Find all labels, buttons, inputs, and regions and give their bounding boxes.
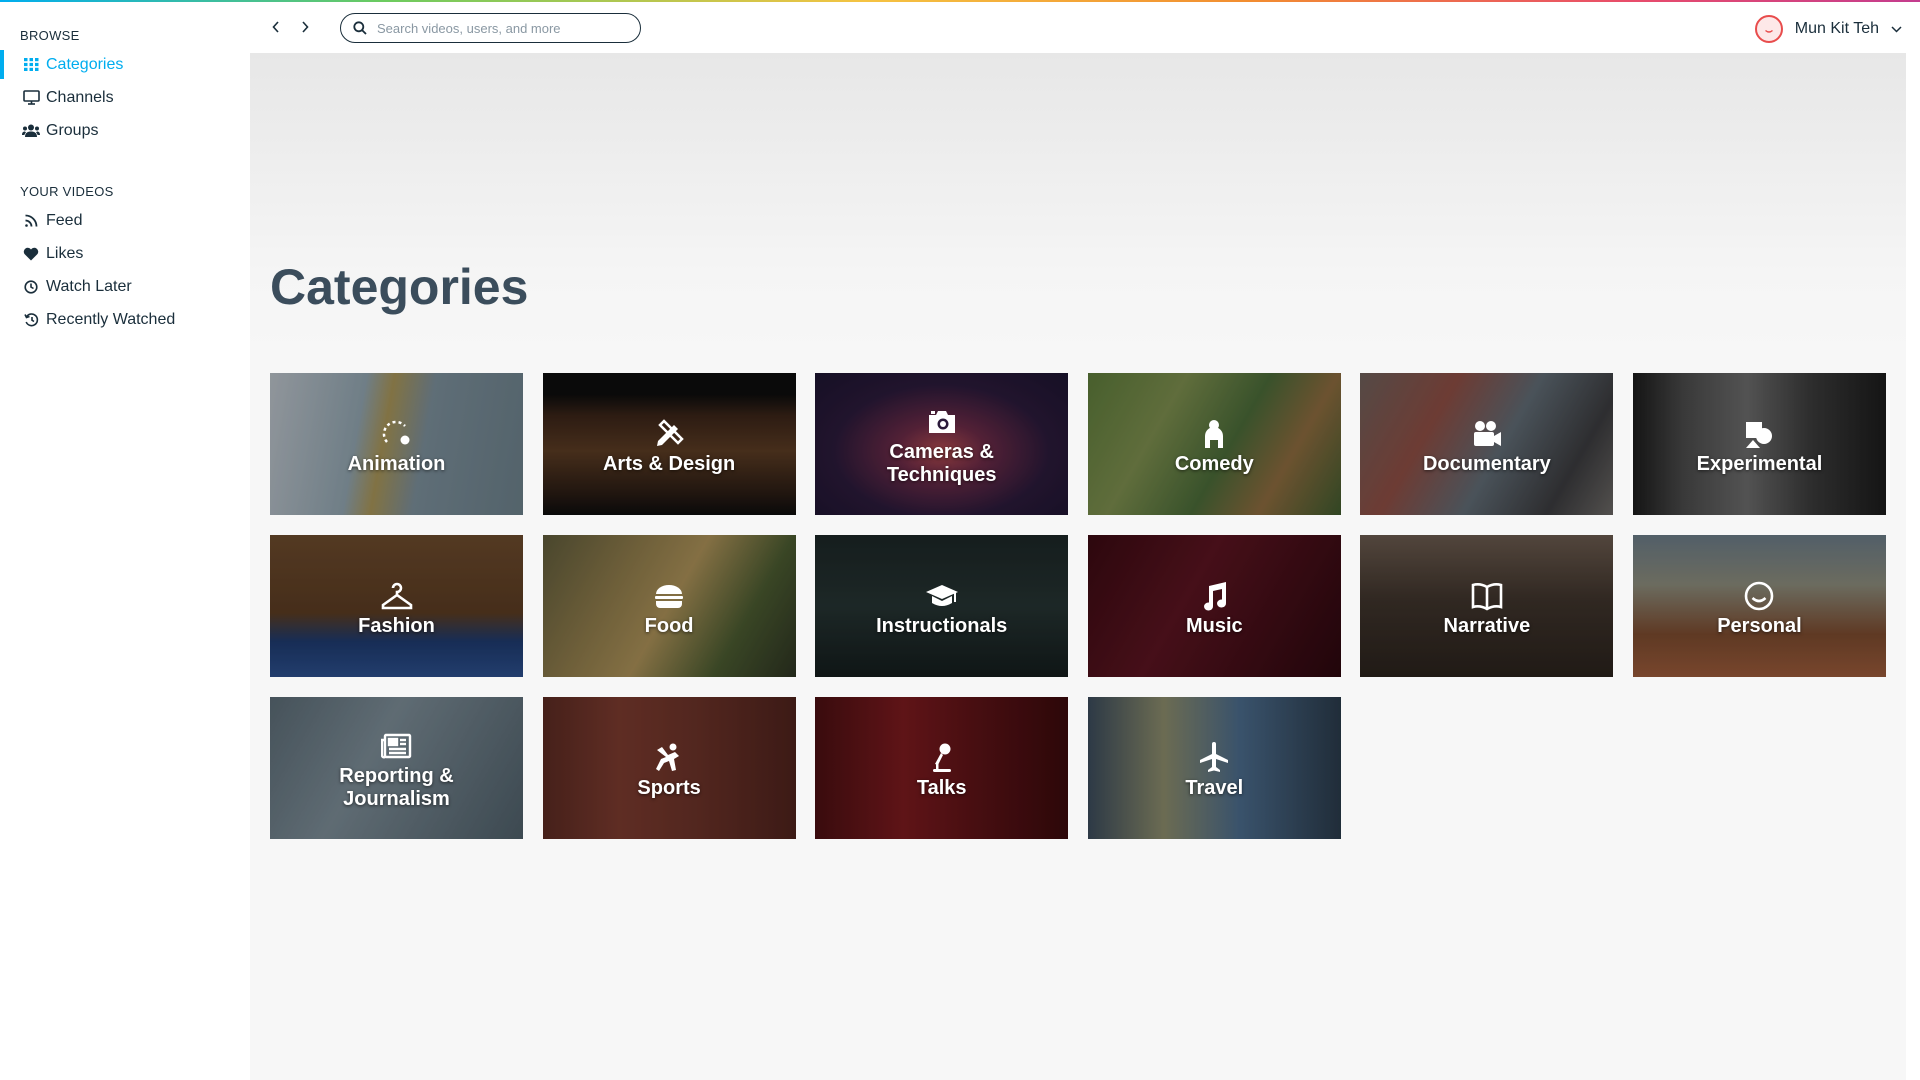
sidebar-item-label: Categories (46, 55, 124, 73)
heart-icon (22, 245, 40, 263)
microphone-icon (924, 741, 960, 775)
video-camera-icon (1469, 417, 1505, 451)
category-tile-food[interactable]: Food (542, 535, 796, 677)
category-tile-personal[interactable]: Personal (1632, 535, 1886, 677)
category-label: Animation (347, 452, 446, 475)
monitor-icon (22, 89, 40, 107)
grid-icon (22, 56, 40, 74)
sidebar-item-label: Groups (46, 121, 99, 139)
user-menu[interactable]: Mun Kit Teh (1754, 14, 1902, 44)
category-label: Travel (1185, 776, 1244, 799)
burger-icon (651, 579, 687, 613)
search-icon (353, 21, 367, 35)
category-tile-instructionals[interactable]: Instructionals (815, 535, 1069, 677)
category-tile-documentary[interactable]: Documentary (1360, 373, 1614, 515)
category-grid: Animation Arts & Design Cameras & Techni… (270, 373, 1886, 839)
chevron-left-icon (272, 21, 279, 33)
category-label: Narrative (1443, 614, 1531, 637)
category-tile-sports[interactable]: Sports (542, 697, 796, 839)
category-label: Sports (637, 776, 701, 799)
airplane-icon (1196, 741, 1232, 775)
category-label: Food (644, 614, 694, 637)
sidebar-item-label: Recently Watched (46, 310, 176, 328)
users-icon (22, 122, 40, 140)
page-title: Categories (270, 259, 529, 315)
category-tile-arts-design[interactable]: Arts & Design (542, 373, 796, 515)
category-tile-reporting-journalism[interactable]: Reporting & Journalism (270, 697, 523, 839)
category-tile-comedy[interactable]: Comedy (1087, 373, 1341, 515)
sidebar-item-label: Channels (46, 88, 114, 106)
sidebar-item-label: Likes (46, 244, 84, 262)
search-box[interactable] (340, 13, 641, 43)
smiley-icon (1741, 579, 1777, 613)
sidebar-item-label: Feed (46, 211, 83, 229)
shapes-icon (1741, 417, 1777, 451)
history-icon (22, 311, 40, 329)
category-tile-cameras-techniques[interactable]: Cameras & Techniques (815, 373, 1069, 515)
category-tile-talks[interactable]: Talks (815, 697, 1069, 839)
sidebar-item-label: Watch Later (46, 277, 132, 295)
book-icon (1469, 579, 1505, 613)
sidebar-item-recently-watched[interactable]: Recently Watched (0, 303, 250, 336)
sidebar-item-likes[interactable]: Likes (0, 237, 250, 270)
category-label: Music (1185, 614, 1243, 637)
sidebar-item-categories[interactable]: Categories (0, 48, 250, 81)
category-label: Arts & Design (602, 452, 736, 475)
browse-section-title: BROWSE (20, 28, 80, 43)
comedy-icon (1196, 417, 1232, 451)
pencil-ruler-icon (651, 417, 687, 451)
category-tile-travel[interactable]: Travel (1087, 697, 1341, 839)
category-label: Reporting & Journalism (339, 765, 454, 810)
category-tile-experimental[interactable]: Experimental (1632, 373, 1886, 515)
your-videos-section-title: YOUR VIDEOS (20, 184, 114, 199)
category-tile-animation[interactable]: Animation (270, 373, 523, 515)
category-label: Talks (916, 776, 967, 799)
newspaper-icon (379, 729, 415, 763)
chevron-right-icon (302, 21, 309, 33)
top-bar: Mun Kit Teh (250, 2, 1920, 53)
category-label: Instructionals (876, 614, 1008, 637)
sidebar-item-groups[interactable]: Groups (0, 114, 250, 147)
scrollbar-track[interactable] (1906, 53, 1920, 1080)
avatar (1754, 15, 1783, 43)
category-label: Comedy (1174, 452, 1254, 475)
sidebar: BROWSE Categories Channels Groups YOUR V… (0, 2, 250, 1080)
smiley-avatar-icon (1764, 29, 1773, 33)
category-label: Cameras & Techniques (886, 441, 997, 486)
category-tile-narrative[interactable]: Narrative (1360, 535, 1614, 677)
category-tile-fashion[interactable]: Fashion (270, 535, 523, 677)
category-label: Documentary (1422, 452, 1551, 475)
animation-icon (379, 417, 415, 451)
forward-button[interactable] (295, 15, 315, 39)
category-tile-music[interactable]: Music (1087, 535, 1341, 677)
sidebar-item-channels[interactable]: Channels (0, 81, 250, 114)
camera-icon (924, 405, 960, 439)
sports-icon (651, 741, 687, 775)
chevron-down-icon (1891, 25, 1902, 33)
category-label: Experimental (1696, 452, 1823, 475)
user-name: Mun Kit Teh (1794, 20, 1879, 37)
main-content: Categories Animation Arts & Design Camer… (250, 53, 1906, 1080)
sidebar-item-feed[interactable]: Feed (0, 204, 250, 237)
sidebar-item-watch-later[interactable]: Watch Later (0, 270, 250, 303)
back-button[interactable] (266, 15, 286, 39)
rss-icon (22, 212, 40, 230)
clock-icon (22, 278, 40, 296)
search-input[interactable] (375, 19, 625, 37)
hanger-icon (379, 579, 415, 613)
music-note-icon (1196, 579, 1232, 613)
category-label: Personal (1717, 614, 1802, 637)
category-label: Fashion (358, 614, 435, 637)
graduation-cap-icon (924, 579, 960, 613)
